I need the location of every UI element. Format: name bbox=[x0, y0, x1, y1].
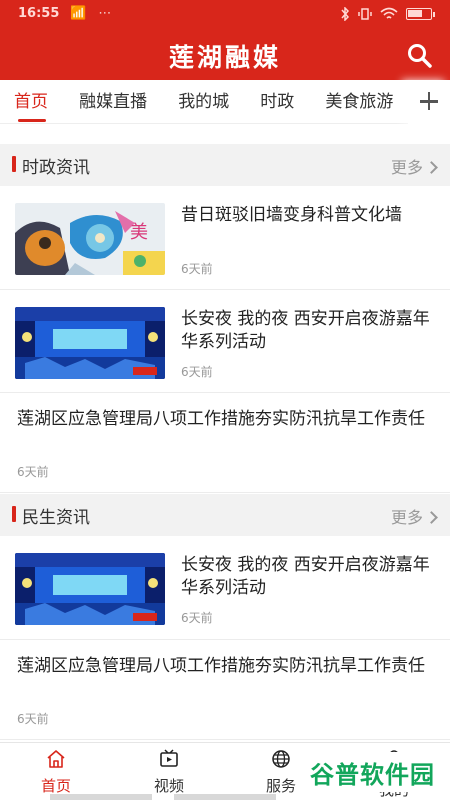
bluetooth-icon bbox=[341, 7, 350, 21]
vibrate-icon bbox=[358, 8, 372, 20]
status-right-icons bbox=[340, 7, 435, 21]
news-title: 长安夜 我的夜 西安开启夜游嘉年华系列活动 bbox=[181, 555, 430, 598]
section-header-livelihood: 民生资讯 更多 bbox=[0, 494, 450, 536]
news-time: 6天前 bbox=[181, 365, 213, 379]
more-link[interactable]: 更多 bbox=[390, 504, 438, 528]
more-link[interactable]: 更多 bbox=[390, 154, 438, 178]
news-thumbnail: 美 bbox=[15, 203, 165, 275]
wifi-icon bbox=[380, 7, 398, 19]
nav-divider bbox=[50, 794, 152, 800]
chevron-right-icon bbox=[425, 161, 438, 174]
add-channel-button[interactable] bbox=[408, 80, 450, 124]
news-item[interactable]: 长安夜 我的夜 西安开启夜游嘉年华系列活动 6天前 bbox=[0, 536, 450, 640]
news-time: 6天前 bbox=[17, 465, 49, 479]
news-item[interactable]: 美 昔日斑驳旧墙变身科普文化墙 6天前 bbox=[0, 186, 450, 290]
news-time: 6天前 bbox=[181, 262, 213, 276]
tab-food-travel[interactable]: 美食旅游 bbox=[312, 80, 406, 124]
news-time: 6天前 bbox=[17, 712, 49, 726]
nav-label: 视频 bbox=[153, 777, 184, 795]
news-item[interactable]: 莲湖区应急管理局八项工作措施夯实防汛抗旱工作责任 6天前 bbox=[0, 393, 450, 493]
section-header-politics: 时政资讯 更多 bbox=[0, 144, 450, 186]
nav-video[interactable]: 视频 bbox=[124, 743, 214, 800]
stage-image bbox=[15, 553, 165, 625]
news-item[interactable]: 莲湖区应急管理局八项工作措施夯实防汛抗旱工作责任 6天前 bbox=[0, 640, 450, 740]
news-item[interactable]: 长安夜 我的夜 西安开启夜游嘉年华系列活动 6天前 bbox=[0, 290, 450, 393]
app-header: 16:55 📶 ⋯ 莲湖融媒 bbox=[0, 0, 450, 80]
tab-my-city[interactable]: 我的城 bbox=[165, 80, 242, 124]
home-icon bbox=[47, 750, 65, 768]
battery-icon bbox=[406, 8, 435, 20]
news-title: 长安夜 我的夜 西安开启夜游嘉年华系列活动 bbox=[181, 309, 430, 352]
nav-home[interactable]: 首页 bbox=[11, 743, 101, 800]
section-marker bbox=[12, 506, 16, 522]
svg-text:美: 美 bbox=[130, 222, 148, 243]
chevron-right-icon bbox=[425, 511, 438, 524]
status-bar: 16:55 📶 ⋯ bbox=[0, 0, 450, 30]
nav-label: 首页 bbox=[40, 777, 71, 795]
news-title: 莲湖区应急管理局八项工作措施夯实防汛抗旱工作责任 bbox=[17, 656, 425, 676]
search-button[interactable] bbox=[406, 42, 434, 70]
section-marker bbox=[12, 156, 16, 172]
news-title: 昔日斑驳旧墙变身科普文化墙 bbox=[181, 205, 402, 225]
search-icon bbox=[408, 44, 432, 68]
globe-icon bbox=[272, 750, 290, 768]
video-icon bbox=[160, 749, 178, 767]
more-label: 更多 bbox=[390, 508, 423, 527]
channel-tabs: 首页 融媒直播 我的城 时政 美食旅游 bbox=[0, 80, 450, 124]
nav-divider bbox=[174, 794, 276, 800]
section-title: 时政资讯 bbox=[22, 158, 90, 178]
stage-image bbox=[15, 307, 165, 379]
app-title: 莲湖融媒 bbox=[168, 43, 281, 72]
channel-tabs-scroll[interactable]: 首页 融媒直播 我的城 时政 美食旅游 bbox=[0, 80, 408, 124]
section-title: 民生资讯 bbox=[22, 508, 90, 528]
status-notification-icons: 📶 ⋯ bbox=[70, 6, 116, 21]
more-label: 更多 bbox=[390, 158, 423, 177]
news-thumbnail bbox=[15, 553, 165, 625]
news-title: 莲湖区应急管理局八项工作措施夯实防汛抗旱工作责任 bbox=[17, 409, 425, 429]
news-thumbnail bbox=[15, 307, 165, 379]
watermark-logo: 谷普软件园 bbox=[306, 752, 442, 792]
tab-live[interactable]: 融媒直播 bbox=[66, 80, 160, 124]
mural-image: 美 bbox=[15, 203, 165, 275]
watermark-text: 谷普软件园 bbox=[310, 761, 435, 789]
tab-home[interactable]: 首页 bbox=[0, 80, 61, 124]
tab-politics[interactable]: 时政 bbox=[247, 80, 307, 124]
status-time: 16:55 bbox=[18, 6, 60, 21]
news-time: 6天前 bbox=[181, 611, 213, 625]
spacer bbox=[0, 124, 450, 144]
